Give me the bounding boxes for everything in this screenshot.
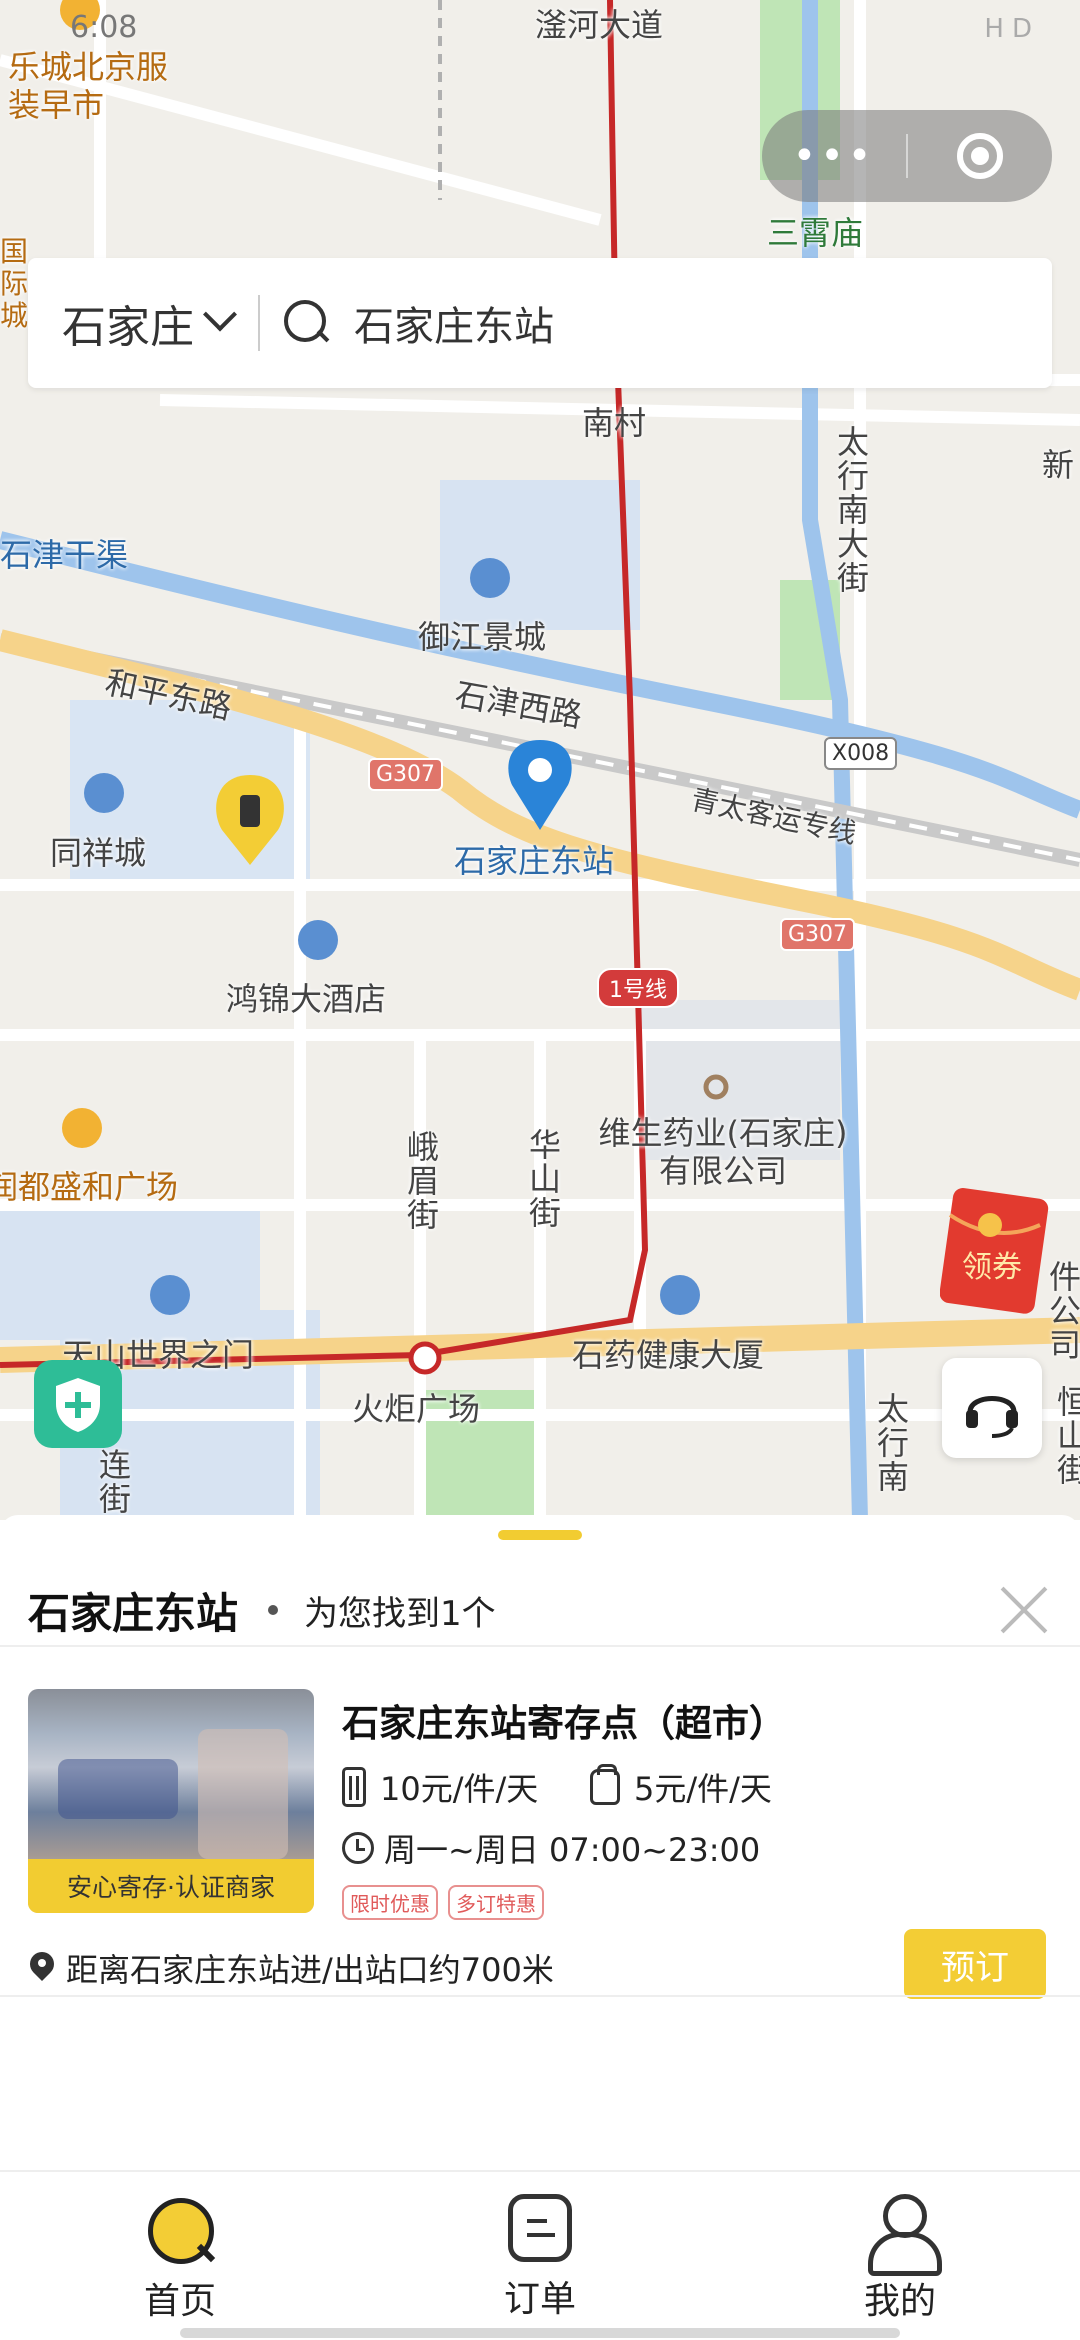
price-bag-text: 5元/件/天 [634,1770,772,1808]
clock-icon [342,1832,374,1864]
backpack-icon [590,1764,620,1805]
map-label: 三霄庙 [767,214,864,252]
results-sheet: 石家庄东站 为您找到1个 安心寄存·认证商家 石家庄东站寄存点（超市） 10元/… [0,1515,1080,2170]
opening-hours: 周一~周日 07:00~23:00 [342,1825,760,1871]
map-label: 峨眉街 [402,1130,440,1232]
divider [0,1995,1080,1997]
target-icon [956,133,1003,179]
tab-label: 首页 [143,2281,216,2322]
search-query: 石家庄东站 [354,304,554,350]
sheet-title: 石家庄东站 [28,1588,239,1638]
price-luggage: 10元/件/天 [342,1764,538,1810]
close-icon[interactable] [996,1583,1052,1639]
book-button[interactable]: 预订 [904,1929,1046,1999]
city-selector[interactable]: 石家庄 [28,258,258,388]
map-label: 连街 [94,1448,132,1516]
promo-tag: 限时优惠 [342,1885,438,1920]
map-view[interactable]: 滏河大道 乐城北京服装早市 国际城 三霄庙 南村 新 石津干渠 太行南大街 御江… [0,0,1080,1520]
result-count: 为您找到1个 [304,1593,496,1634]
tab-mine[interactable]: 我的 [800,2194,1000,2324]
map-base [0,0,1080,1520]
home-indicator [180,2328,900,2338]
map-label: 火炬广场 [352,1390,481,1428]
map-label: 同祥城 [50,834,147,872]
headset-icon [966,1396,1018,1438]
store-name: 石家庄东站寄存点（超市） [342,1702,786,1745]
map-label: 华山街 [524,1128,562,1230]
promo-tag: 多订特惠 [448,1885,544,1920]
price-bag: 5元/件/天 [590,1764,772,1810]
luggage-icon [342,1767,366,1807]
shield-icon [56,1378,100,1432]
map-label: 石药健康大厦 [572,1336,765,1374]
chevron-down-icon [203,297,237,332]
certified-badge: 安心寄存·认证商家 [28,1859,314,1913]
subway-badge: 1号线 [597,968,679,1008]
more-button[interactable]: ••• [762,110,906,202]
tab-home[interactable]: 首页 [80,2194,280,2324]
order-icon [508,2194,572,2262]
bullet-dot [268,1605,279,1615]
map-label: 御江景城 [418,618,547,656]
status-icons: HD [984,14,1040,44]
status-bar: 6:08 HD [0,0,1080,60]
promo-tags: 限时优惠 多订特惠 [342,1885,554,1920]
location-pin-icon [30,1952,54,1984]
price-luggage-text: 10元/件/天 [380,1770,539,1808]
road-badge: X008 [824,737,898,770]
map-label: 石津干渠 [0,536,129,574]
safety-button[interactable] [34,1360,122,1448]
map-label: 恒山街 [1052,1385,1080,1487]
sheet-handle[interactable] [498,1530,582,1540]
search-bar: 石家庄 石家庄东站 [28,258,1052,388]
tab-bar: 首页 订单 我的 [0,2170,1080,2340]
map-label: 润都盛和广场 [0,1168,179,1206]
tab-label: 我的 [863,2281,936,2322]
search-input[interactable]: 石家庄东站 [260,258,1052,388]
miniprogram-capsule: ••• [762,110,1052,202]
map-label: 维生药业(石家庄)有限公司 [598,1114,848,1190]
coupon-button[interactable]: 领券 [939,1185,1050,1315]
tab-orders[interactable]: 订单 [440,2194,640,2324]
tab-label: 订单 [503,2279,576,2320]
distance-info: 距离石家庄东站进/出站口约700米 [30,1945,554,1991]
close-miniprogram-button[interactable] [908,110,1052,202]
map-label: 太行南 [872,1392,910,1494]
map-label: 石家庄东站 [454,842,615,880]
search-icon [284,300,330,346]
city-label: 石家庄 [62,302,194,353]
coupon-label: 领券 [962,1250,1022,1285]
sheet-header: 石家庄东站 为您找到1个 [28,1565,1052,1655]
red-envelope-icon: 领券 [939,1188,1049,1314]
search-home-icon [144,2194,216,2264]
map-label: 新 [1042,446,1075,484]
store-photo: 安心寄存·认证商家 [28,1689,314,1913]
opening-hours-text: 周一~周日 07:00~23:00 [384,1831,761,1869]
map-label: 太行南大街 [832,425,870,595]
road-badge: G307 [780,918,856,951]
distance-text: 距离石家庄东站进/出站口约700米 [66,1951,554,1989]
customer-service-button[interactable] [942,1358,1042,1458]
store-card[interactable]: 安心寄存·认证商家 石家庄东站寄存点（超市） 10元/件/天 5元/件/天 周一… [0,1649,1080,2011]
map-label: 鸿锦大酒店 [226,980,387,1018]
divider [0,1645,1080,1647]
road-badge: G307 [368,758,444,791]
map-label: 南村 [582,404,647,442]
status-time: 6:08 [70,10,138,45]
user-icon [868,2194,942,2276]
